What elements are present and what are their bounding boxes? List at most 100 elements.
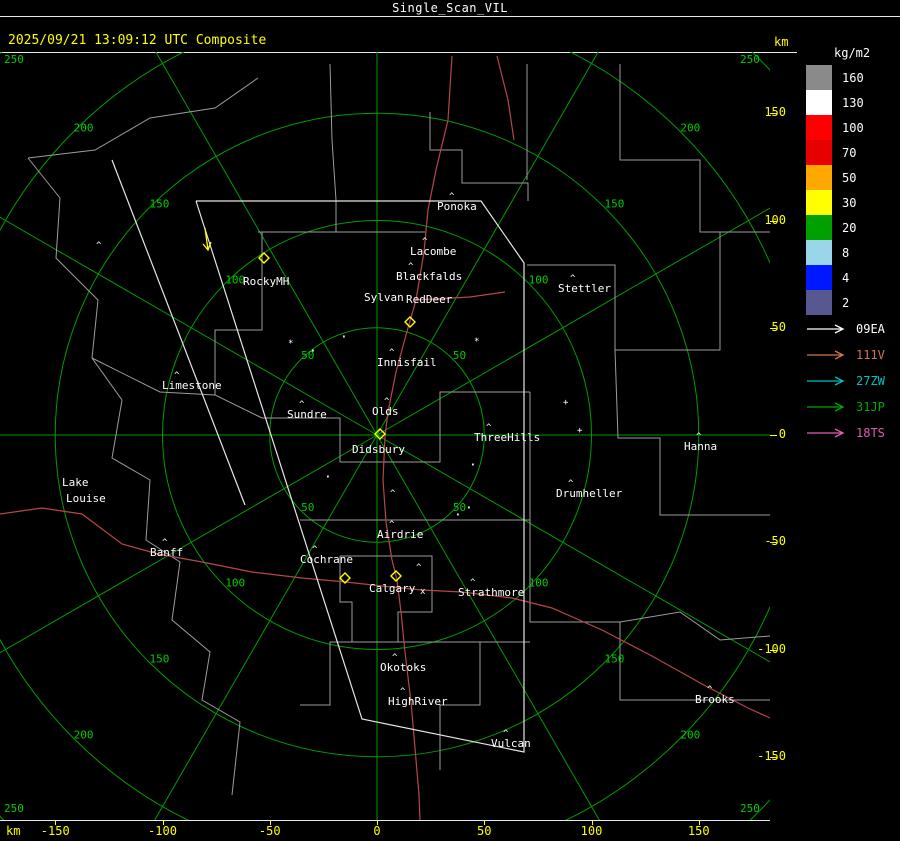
town-marker: ^ [299, 400, 305, 410]
road-line [496, 55, 515, 141]
y-tick-label: 100 [764, 212, 786, 227]
right-distance-axis: 150 100 50 0 -50 -100 -150 [746, 0, 806, 841]
radar-source-row: 09EA [806, 316, 885, 342]
radar-source-row: 18TS [806, 420, 885, 446]
town-marker: ^ [384, 397, 390, 407]
town-marker: ^ [486, 423, 492, 433]
town-marker: ^ [570, 274, 576, 284]
city-label: Limestone [162, 379, 222, 392]
city-label: Vulcan [491, 737, 531, 750]
boundary-line [300, 641, 352, 706]
point-marker: · [340, 330, 348, 345]
ring-distance-label: 200 [74, 728, 94, 741]
x-tick-label: 150 [687, 824, 710, 838]
point-marker: + [577, 426, 583, 436]
legend-value: 70 [842, 145, 857, 160]
town-marker: ^ [422, 237, 428, 247]
town-marker: ^ [707, 685, 713, 695]
radial-line [376, 52, 599, 436]
radar-id-label: 09EA [856, 322, 885, 336]
radial-line [376, 434, 770, 663]
radar-source-row: 111V [806, 342, 885, 368]
radar-source-row: 27ZW [806, 368, 885, 394]
legend-value: 50 [842, 170, 857, 185]
boundary-line [214, 232, 263, 419]
radar-arrow-icon [807, 402, 845, 412]
ring-distance-label: 250 [4, 802, 24, 815]
legend-entry: 70 [806, 140, 870, 165]
legend-entries: 160 130 100 70 50 30 20 8 4 2 [806, 65, 870, 315]
point-marker: * [474, 337, 479, 347]
boundary-line [27, 77, 259, 159]
legend-value: 2 [842, 295, 850, 310]
town-marker: ^ [162, 538, 168, 548]
city-label: Okotoks [380, 661, 426, 674]
city-label: HighRiver [388, 695, 448, 708]
legend-swatch [806, 240, 832, 265]
y-tick-label: -150 [757, 748, 786, 763]
legend-entry: 50 [806, 165, 870, 190]
ring-distance-label: 250 [4, 53, 24, 66]
vil-color-scale: kg/m2 160 130 100 70 50 30 20 8 4 2 [806, 46, 870, 315]
radar-source-row: 31JP [806, 394, 885, 420]
legend-entry: 160 [806, 65, 870, 90]
radar-viewer-window: { "header": { "title": "Single_Scan_VIL"… [0, 0, 900, 841]
legend-value: 4 [842, 270, 850, 285]
city-label: Strathmore [458, 586, 524, 599]
point-marker: · [469, 458, 477, 473]
legend-entry: 30 [806, 190, 870, 215]
city-label: Airdrie [377, 528, 423, 541]
y-tick-label: 50 [771, 319, 786, 334]
legend-value: 100 [842, 120, 864, 135]
radar-id-label: 18TS [856, 426, 885, 440]
city-label: Cochrane [300, 553, 353, 566]
legend-swatch [806, 265, 832, 290]
city-label: Lake [62, 476, 89, 489]
point-marker: ^ [96, 241, 102, 251]
point-marker: · [454, 508, 462, 523]
boundary-line [429, 112, 529, 201]
bottom-axis-unit-label: km [6, 824, 21, 838]
city-label: Brooks [695, 693, 735, 706]
ring-distance-label: 150 [605, 197, 625, 210]
legend-swatch [806, 115, 832, 140]
legend-value: 160 [842, 70, 864, 85]
town-marker: ^ [568, 479, 574, 489]
x-tick-label: 0 [373, 824, 381, 838]
ring-distance-label: 100 [529, 273, 549, 286]
legend-swatch [806, 65, 832, 90]
ring-distance-label: 50 [301, 501, 314, 514]
radar-arrow-icon [807, 324, 845, 334]
legend-swatch [806, 290, 832, 315]
point-marker: + [563, 398, 569, 408]
legend-value: 130 [842, 95, 864, 110]
radar-id-label: 31JP [856, 400, 885, 414]
point-marker: x [420, 587, 426, 597]
radar-arrow-icon [807, 350, 845, 360]
x-tick-label: 50 [477, 824, 492, 838]
legend-entry: 130 [806, 90, 870, 115]
ring-distance-label: 200 [680, 122, 700, 135]
bottom-distance-axis: -150 -100 -50 0 50 100 150 [0, 820, 780, 841]
radar-source-legend: 09EA 111V 27ZW 31JP 18TS [806, 316, 885, 446]
point-marker: · [324, 470, 332, 485]
legend-value: 30 [842, 195, 857, 210]
legend-entry: 4 [806, 265, 870, 290]
point-marker: ^ [416, 563, 422, 573]
city-label: Stettler [558, 282, 611, 295]
town-marker: ^ [696, 432, 702, 442]
ring-distance-label: 100 [225, 577, 245, 590]
x-tick-label: -100 [148, 824, 177, 838]
town-marker: ^ [408, 262, 414, 272]
town-marker: ^ [312, 545, 318, 555]
ring-distance-label: 150 [149, 197, 169, 210]
x-tick-label: -50 [258, 824, 281, 838]
x-tick-label: -150 [40, 824, 70, 838]
legend-swatch [806, 90, 832, 115]
radar-arrow-icon [807, 428, 845, 438]
radar-id-label: 27ZW [856, 374, 885, 388]
city-label: Drumheller [556, 487, 623, 500]
town-marker: ^ [389, 348, 395, 358]
y-tick-label: 150 [764, 105, 786, 120]
ring-distance-label: 150 [605, 653, 625, 666]
